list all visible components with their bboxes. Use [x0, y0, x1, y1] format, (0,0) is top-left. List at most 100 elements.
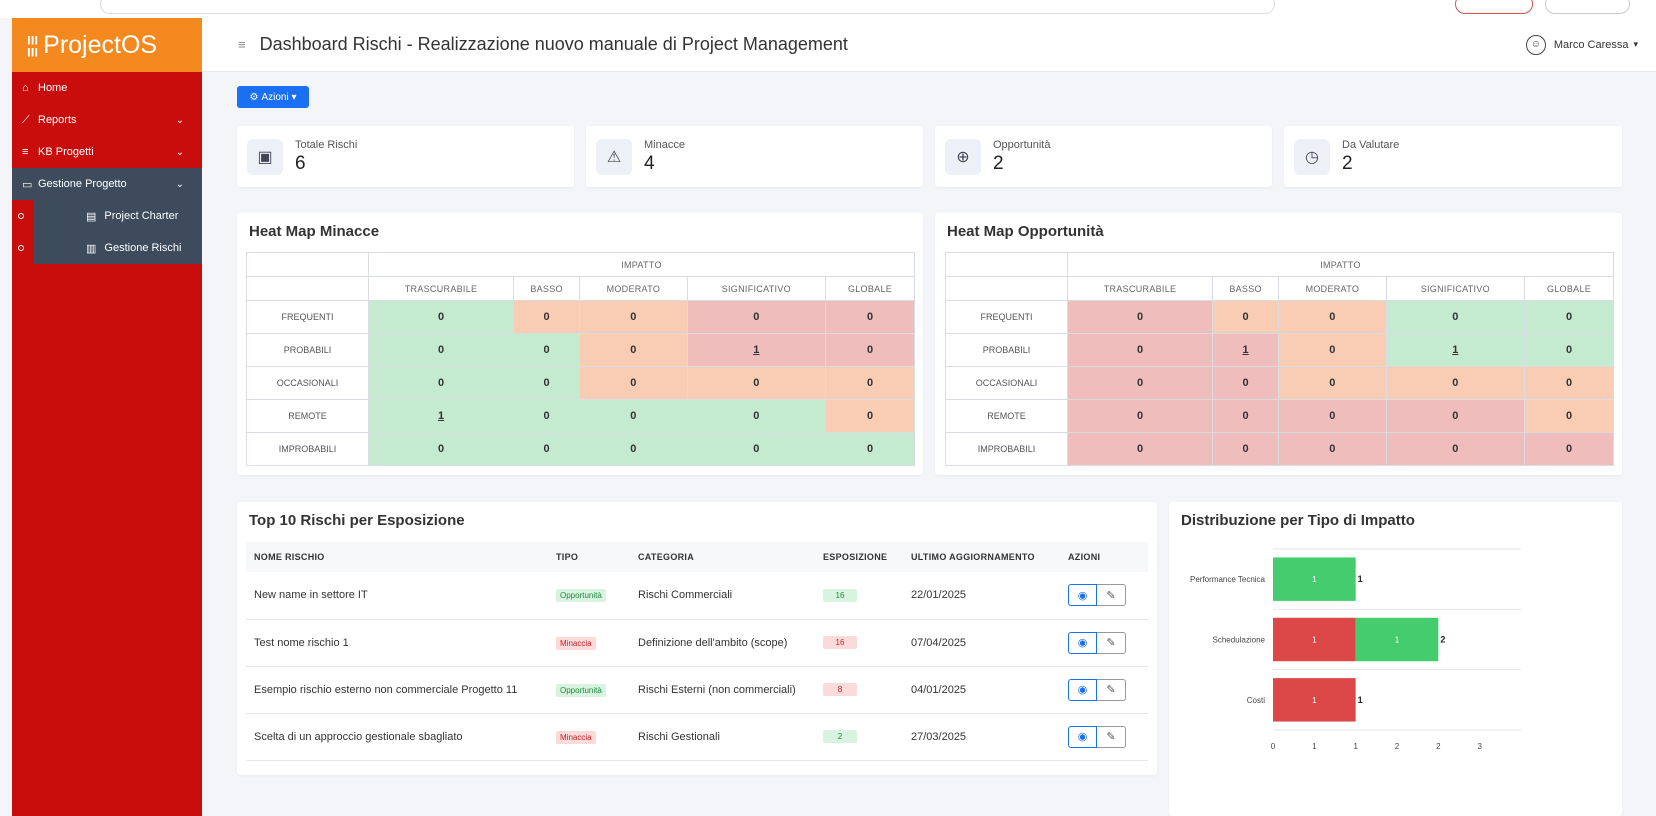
heatmap-cell: 0 [1278, 399, 1387, 433]
heatmap-cell: 0 [1066, 399, 1214, 433]
sidebar-item-gestione-progetto[interactable]: ▭ Gestione Progetto ⌄ [12, 168, 202, 200]
probability-row-label: REMOTE [246, 399, 369, 433]
actions-label: Azioni ▾ [261, 91, 297, 103]
heatmap-cell: 0 [1278, 366, 1387, 400]
exposure-badge: 8 [823, 683, 857, 696]
top-button-red[interactable] [1455, 0, 1533, 14]
chart-line-icon: ⟋ [22, 113, 30, 126]
warning-icon: ⚠ [596, 138, 632, 175]
probability-row-label: OCCASIONALI [945, 366, 1068, 400]
table-row: New name in settore IT Opportunità Rischi … [246, 572, 1148, 620]
heatmap-cell: 0 [1385, 432, 1526, 466]
edit-button[interactable]: ✎ [1097, 631, 1126, 654]
category-label: Performance Tecnica [1190, 575, 1266, 584]
x-tick-label: 1 [1312, 742, 1317, 751]
heatmap-cell: 0 [579, 366, 688, 400]
sidebar-item-label: Reports [38, 114, 77, 126]
menu-icon[interactable]: ≡ [238, 37, 246, 52]
type-badge: Minaccia [556, 730, 596, 744]
heatmap-opportunita-table: IMPATTO TRASCURABILE BASSO MODERATO SIGNIFIC… [945, 252, 1614, 466]
type-badge: Opportunità [556, 589, 606, 603]
heatmap-cell[interactable]: 1 [1385, 333, 1526, 367]
table-row: Scelta di un approccio gestionale sbagli… [246, 713, 1148, 761]
impact-distribution-chart: MinacceOpportunità11Performance Tecnica1… [1190, 548, 1521, 751]
user-menu[interactable]: ☺ Marco Caressa ▾ [1525, 34, 1638, 55]
heatmap-cell: 0 [1524, 366, 1614, 400]
sidebar-item-label: Gestione Progetto [38, 178, 127, 190]
bar-total-label: 1 [1358, 695, 1363, 705]
corner-cell [945, 276, 1068, 301]
type-badge: Opportunità [556, 683, 606, 697]
heatmap-cell[interactable]: 1 [686, 333, 827, 367]
sidebar-subitem-label: Gestione Rischi [104, 242, 182, 254]
probability-row-label: OCCASIONALI [246, 366, 369, 400]
heatmap-cell: 0 [686, 432, 827, 466]
stat-value: 4 [644, 152, 655, 174]
stat-value: 6 [295, 152, 306, 174]
card-title: Heat Map Minacce [249, 223, 380, 240]
x-tick-label: 2 [1395, 742, 1400, 751]
sidebar-item-home[interactable]: ⌂ Home [12, 72, 202, 104]
sidebar-subitem-label: Project Charter [104, 210, 179, 222]
heatmap-cell: 0 [367, 366, 515, 400]
heatmap-cell[interactable]: 1 [1212, 333, 1280, 367]
stat-label: Opportunità [993, 138, 1051, 151]
sidebar-subitem-gestione-rischi[interactable]: ▥ Gestione Rischi [18, 232, 202, 264]
heatmap-cell: 0 [579, 432, 688, 466]
sidebar-item-kb-progetti[interactable]: ≡ KB Progetti ⌄ [12, 136, 202, 168]
probability-row-label: PROBABILI [246, 333, 369, 367]
column-header: ESPOSIZIONE [815, 542, 903, 572]
address-bar[interactable] [100, 0, 1275, 14]
heatmap-cell: 0 [686, 366, 827, 400]
probability-row-label: REMOTE [945, 399, 1068, 433]
exposure-badge: 2 [823, 730, 857, 743]
category-label: Costi [1247, 696, 1265, 705]
impact-column-header: BASSO [513, 276, 581, 301]
top-button-grey[interactable] [1545, 0, 1630, 14]
logo[interactable]: ¦¦¦ ProjectOS [12, 18, 202, 72]
x-tick-label: 0 [1271, 742, 1276, 751]
probability-row-label: FREQUENTI [945, 300, 1068, 334]
table-row: Test nome rischio 1 Minaccia Definizione d… [246, 619, 1148, 667]
stat-card-minacce: ⚠ Minacce 4 [586, 126, 923, 187]
top10-table: NOME RISCHIO TIPO CATEGORIA ESPOSIZIONE ULTI… [246, 542, 1148, 761]
bar-total-label: 1 [1358, 574, 1363, 584]
impact-column-header: BASSO [1212, 276, 1280, 301]
actions-dropdown-button[interactable]: ⚙ Azioni ▾ [237, 86, 309, 108]
impact-column-header: SIGNIFICATIVO [686, 276, 827, 301]
view-button[interactable]: ◉ [1068, 725, 1097, 748]
category-label: Schedulazione [1213, 636, 1266, 645]
exposure-badge: 16 [823, 588, 857, 602]
updated-date: 27/03/2025 [903, 713, 1060, 761]
card-title: Top 10 Rischi per Esposizione [249, 512, 465, 529]
edit-button[interactable]: ✎ [1097, 584, 1126, 607]
heatmap-cell[interactable]: 1 [367, 399, 515, 433]
sidebar-subitem-project-charter[interactable]: ▤ Project Charter [18, 200, 202, 232]
edit-button[interactable]: ✎ [1097, 725, 1126, 748]
chevron-down-icon: ⌄ [175, 146, 184, 158]
corner-cell [246, 252, 369, 277]
sidebar-item-reports[interactable]: ⟋ Reports ⌄ [12, 104, 202, 136]
heatmap-cell: 0 [825, 432, 915, 466]
view-button[interactable]: ◉ [1068, 631, 1097, 654]
bullet-icon [18, 245, 24, 251]
view-button[interactable]: ◉ [1068, 678, 1097, 701]
column-header: AZIONI [1060, 542, 1148, 572]
column-header: TIPO [548, 542, 630, 572]
database-icon: ≡ [22, 146, 29, 158]
risk-name: Esempio rischio esterno non commerciale … [246, 666, 548, 714]
heatmap-cell: 0 [513, 366, 581, 400]
edit-button[interactable]: ✎ [1097, 678, 1126, 701]
bar-value-label: 1 [1395, 636, 1400, 645]
heatmap-cell: 0 [513, 399, 581, 433]
impact-column-header: MODERATO [1278, 276, 1387, 301]
clipboard-chart-icon: ▣ [247, 138, 283, 175]
heatmap-cell: 0 [1385, 399, 1526, 433]
view-button[interactable]: ◉ [1068, 584, 1097, 607]
heatmap-cell: 0 [1212, 366, 1280, 400]
bar-value-label: 1 [1312, 696, 1317, 705]
stat-value: 2 [1342, 152, 1353, 174]
heatmap-cell: 0 [825, 399, 915, 433]
clock-icon: ◷ [1294, 138, 1330, 175]
heatmap-cell: 0 [1066, 432, 1214, 466]
